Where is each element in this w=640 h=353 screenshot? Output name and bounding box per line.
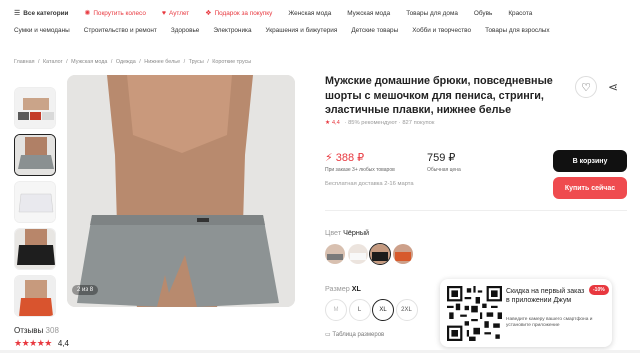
- color-swatch-black[interactable]: [368, 242, 392, 266]
- price-special: ⚡ 388 ₽: [325, 152, 365, 164]
- recommend-text: 85% рекомендуют: [348, 120, 398, 126]
- menu-icon: ☰: [14, 10, 21, 17]
- gift-icon: ❖: [205, 10, 212, 17]
- purchases-text: 827 покупок: [402, 120, 435, 126]
- size-option-m[interactable]: M: [325, 299, 347, 321]
- rating-value: 4,4: [57, 339, 69, 348]
- nav-spin-wheel[interactable]: ✺ Покрутить колесо: [84, 9, 145, 18]
- lightning-icon: ⚡: [325, 152, 333, 164]
- price-regular: 759 ₽: [427, 152, 456, 164]
- size-table-link[interactable]: ▭ Таблица размеров: [325, 331, 384, 338]
- image-counter: 2 из 8: [72, 285, 99, 295]
- price-regular-note: Обычная цена: [427, 167, 461, 173]
- delivery-info: Бесплатная доставка 2-16 марта: [325, 181, 414, 187]
- nav-bags[interactable]: Сумки и чемоданы: [14, 27, 70, 34]
- thumbnail-image: [15, 229, 55, 269]
- wheel-icon: ✺: [84, 10, 91, 17]
- nav-hobby[interactable]: Хобби и творчество: [412, 27, 471, 34]
- product-rating-line[interactable]: ★ 4,4 · 85% рекомендуют · 827 покупок: [325, 120, 434, 126]
- color-swatch-orange[interactable]: [392, 244, 413, 264]
- nav-shoes[interactable]: Обувь: [474, 10, 492, 17]
- add-to-cart-button[interactable]: В корзину: [553, 150, 627, 172]
- reviews-title[interactable]: Отзывы 308: [14, 326, 59, 335]
- size-option-xl[interactable]: XL: [372, 299, 394, 321]
- price-special-note: При заказе 3+ любых товаров: [325, 167, 395, 173]
- size-value: XL: [351, 284, 361, 293]
- favorite-button[interactable]: ♡: [575, 76, 597, 98]
- product-rating: 4,4: [331, 120, 340, 126]
- breadcrumb-item[interactable]: Каталог: [43, 59, 63, 65]
- breadcrumb-item[interactable]: Главная: [14, 59, 35, 65]
- nav-beauty[interactable]: Красота: [508, 10, 532, 17]
- size-options: M L XL 2XL: [325, 299, 419, 321]
- nav-kids[interactable]: Детские товары: [351, 27, 398, 34]
- nav-home-goods[interactable]: Товары для дома: [406, 10, 458, 17]
- top-navigation: ☰ Все категории ✺ Покрутить колесо ♥ Аут…: [0, 0, 640, 46]
- nav-health[interactable]: Здоровье: [171, 27, 200, 34]
- thumbnail[interactable]: [14, 87, 56, 129]
- color-label: Цвет Чёрный: [325, 228, 370, 237]
- nav-construction[interactable]: Строительство и ремонт: [84, 27, 157, 34]
- share-button[interactable]: ⋖: [608, 80, 618, 94]
- nav-outlet[interactable]: ♥ Аутлет: [162, 10, 189, 17]
- size-option-2xl[interactable]: 2XL: [395, 299, 418, 321]
- thumbnail[interactable]: [14, 228, 56, 270]
- thumbnail-list: [14, 87, 58, 322]
- product-title: Мужские домашние брюки, повседневные шор…: [325, 75, 553, 116]
- color-swatches: [325, 242, 415, 266]
- share-icon: ⋖: [608, 80, 619, 94]
- ruler-icon: ▭: [325, 332, 331, 338]
- breadcrumb-item[interactable]: Мужская мода: [71, 59, 107, 65]
- size-option-l[interactable]: L: [348, 299, 371, 321]
- heart-outline-icon: ♡: [581, 81, 591, 94]
- breadcrumb-item[interactable]: Одежда: [116, 59, 136, 65]
- nav-all-categories[interactable]: ☰ Все категории: [14, 9, 68, 18]
- color-swatch-multi[interactable]: [325, 244, 345, 264]
- discount-badge: -10%: [589, 285, 609, 295]
- thumbnail-image: [15, 276, 55, 316]
- nav-adult[interactable]: Товары для взрослых: [485, 27, 550, 34]
- breadcrumb: Главная / Каталог / Мужская мода / Одежд…: [14, 59, 252, 65]
- nav-row-2: Сумки и чемоданы Строительство и ремонт …: [14, 24, 550, 36]
- color-value: Чёрный: [343, 228, 370, 237]
- product-photo: [67, 75, 295, 307]
- size-label: Размер XL: [325, 284, 361, 293]
- nav-jewelry[interactable]: Украшения и бижутерия: [266, 27, 338, 34]
- star-rating-icon: ★★★★★: [14, 338, 52, 348]
- heart-icon: ♥: [161, 9, 167, 17]
- buy-now-button[interactable]: Купить сейчас: [553, 177, 627, 199]
- reviews-rating: ★★★★★ 4,4: [14, 338, 69, 349]
- thumbnail[interactable]: [14, 275, 56, 317]
- breadcrumb-item[interactable]: Короткие трусы: [212, 59, 251, 65]
- breadcrumb-item[interactable]: Нижнее белье: [144, 59, 180, 65]
- nav-gift[interactable]: ❖ Подарок за покупку: [205, 9, 272, 18]
- thumbnail-image: [15, 88, 55, 128]
- main-product-image[interactable]: [67, 75, 295, 307]
- color-swatch-white[interactable]: [347, 244, 368, 264]
- thumbnail[interactable]: [14, 181, 56, 223]
- qr-code-icon: [447, 286, 502, 341]
- thumbnail-image: [15, 135, 55, 175]
- promo-subtitle: Наведите камеру вашего смартфона и устан…: [506, 317, 593, 328]
- thumbnail-active[interactable]: [14, 134, 56, 176]
- star-icon: ★: [325, 120, 331, 126]
- nav-men[interactable]: Мужская мода: [347, 10, 390, 17]
- app-promo-card[interactable]: Скидка на первый заказ в приложении Джум…: [440, 279, 612, 347]
- thumbnail-image: [15, 182, 55, 222]
- nav-women[interactable]: Женская мода: [288, 10, 331, 17]
- reviews-count: 308: [45, 326, 59, 335]
- nav-electronics[interactable]: Электроника: [213, 27, 251, 34]
- breadcrumb-item[interactable]: Трусы: [189, 59, 204, 65]
- nav-row-1: ☰ Все категории ✺ Покрутить колесо ♥ Аут…: [14, 7, 532, 19]
- divider: [325, 210, 627, 211]
- promo-title: Скидка на первый заказ в приложении Джум: [506, 288, 585, 304]
